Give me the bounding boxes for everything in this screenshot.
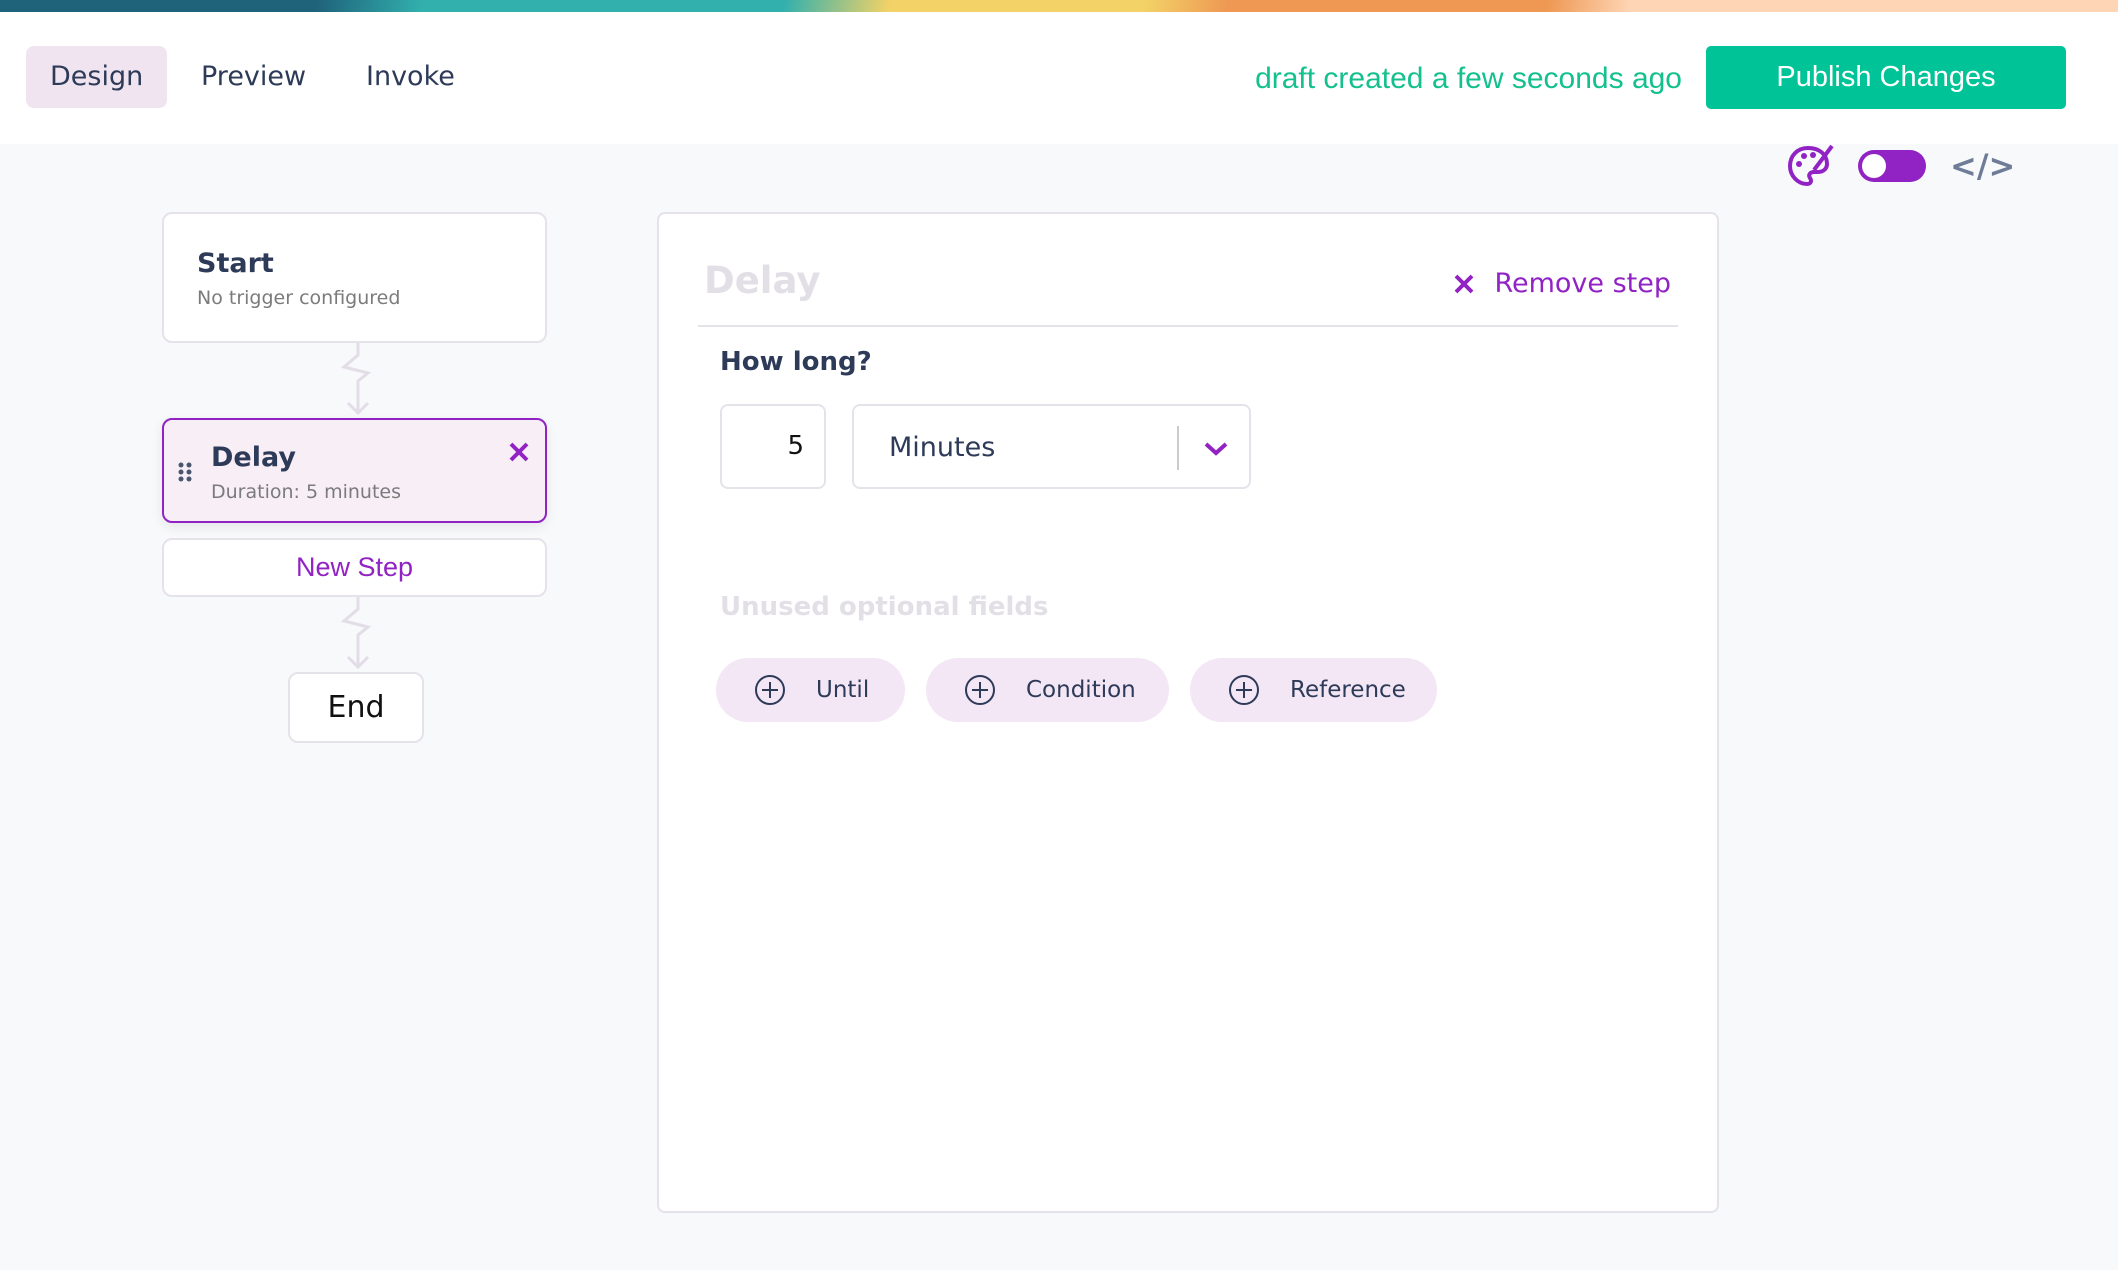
start-subtitle: No trigger configured — [197, 287, 401, 309]
start-step-card[interactable]: Start No trigger configured — [162, 212, 547, 343]
select-separator — [1177, 426, 1179, 470]
delay-title: Delay — [211, 442, 296, 473]
plus-circle-icon — [755, 675, 785, 705]
end-step-card: End — [288, 672, 424, 743]
delay-subtitle: Duration: 5 minutes — [211, 481, 401, 503]
draft-status: draft created a few seconds ago — [1255, 62, 1682, 95]
reference-label: Reference — [1290, 677, 1406, 703]
plus-circle-icon — [965, 675, 995, 705]
close-icon[interactable] — [509, 442, 529, 462]
divider — [698, 325, 1678, 327]
publish-changes-button[interactable]: Publish Changes — [1706, 46, 2066, 109]
chevron-down-icon — [1204, 442, 1228, 456]
remove-step-label: Remove step — [1494, 268, 1671, 299]
how-long-label: How long? — [720, 347, 872, 377]
step-editor-panel: Delay Remove step How long? 5 Minutes Un… — [657, 212, 1719, 1213]
add-condition-button[interactable]: Condition — [926, 658, 1169, 722]
unit-select-value: Minutes — [889, 432, 996, 463]
add-until-button[interactable]: Until — [716, 658, 905, 722]
panel-title: Delay — [704, 259, 821, 302]
add-reference-button[interactable]: Reference — [1190, 658, 1437, 722]
remove-step-button[interactable]: Remove step — [1454, 268, 1671, 299]
until-label: Until — [816, 677, 870, 703]
connector-arrow — [340, 343, 372, 416]
plus-circle-icon — [1229, 675, 1259, 705]
close-icon — [1455, 274, 1474, 293]
condition-label: Condition — [1026, 677, 1136, 703]
palette-icon[interactable] — [1786, 144, 1834, 188]
tab-invoke[interactable]: Invoke — [342, 46, 479, 108]
toolbar: </> — [1786, 144, 2015, 188]
tab-preview[interactable]: Preview — [177, 46, 330, 108]
brand-gradient-bar — [0, 0, 2118, 12]
toggle-switch[interactable] — [1858, 150, 1926, 182]
new-step-button[interactable]: New Step — [162, 538, 547, 597]
start-title: Start — [197, 248, 274, 279]
code-icon[interactable]: </> — [1950, 147, 2015, 185]
duration-input[interactable]: 5 — [720, 404, 826, 489]
tab-design[interactable]: Design — [26, 46, 168, 108]
unit-select[interactable]: Minutes — [852, 404, 1251, 489]
connector-arrow — [340, 597, 372, 670]
drag-handle-icon[interactable] — [178, 462, 192, 482]
optional-fields-label: Unused optional fields — [720, 592, 1049, 622]
delay-step-card[interactable]: Delay Duration: 5 minutes — [162, 418, 547, 523]
